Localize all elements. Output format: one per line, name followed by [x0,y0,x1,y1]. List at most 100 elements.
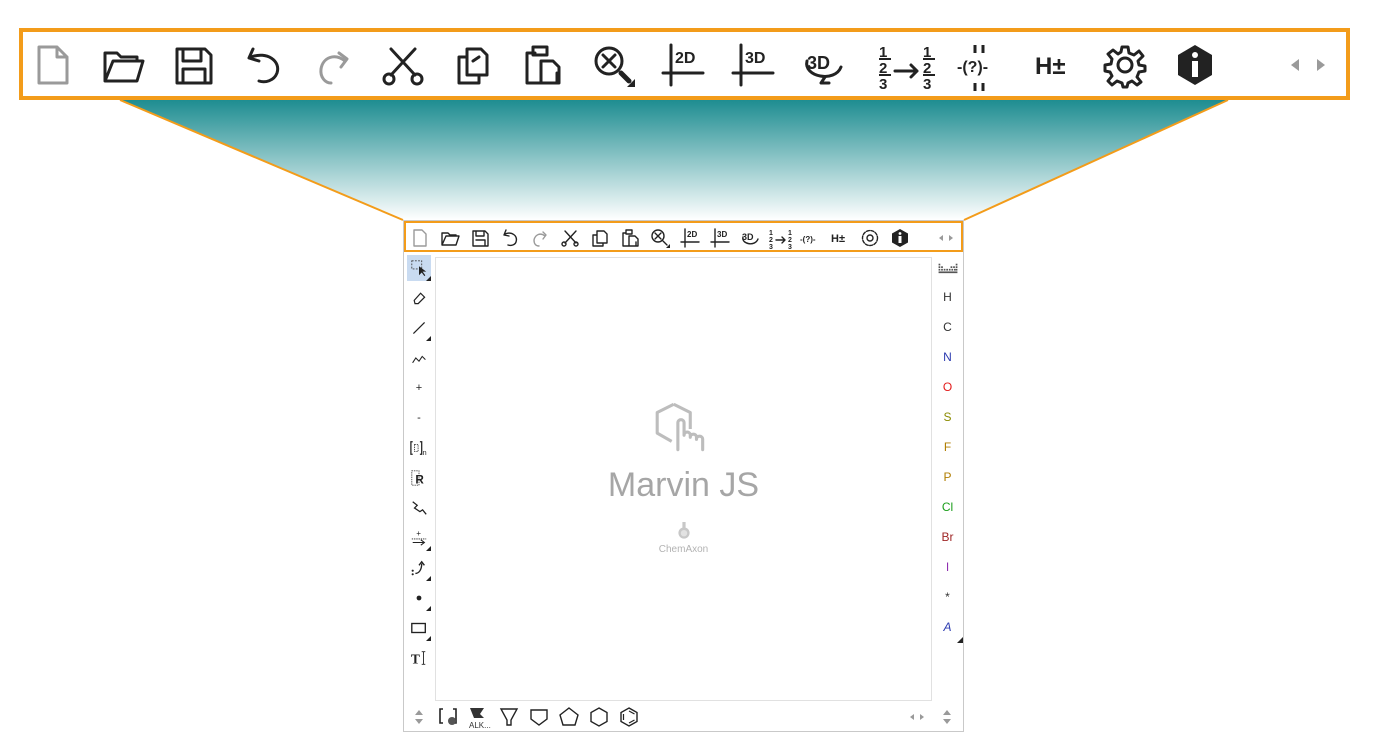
cyclohexane-template-icon[interactable] [588,706,610,728]
svg-text:-(?)-: -(?)- [957,59,988,76]
svg-text:3D: 3D [717,230,727,239]
hydrogens-toggle-icon[interactable]: H± [830,228,852,248]
element-br[interactable]: Br [932,525,963,549]
drawing-canvas[interactable]: Marvin JS ChemAxon [435,257,932,701]
toolbar-scroll-arrows[interactable] [1285,43,1335,87]
svg-text:H±: H± [1035,53,1066,80]
zoom-icon[interactable] [650,228,670,248]
magnified-toolbar: 2D 3D 3D 1 2 3 1 2 3 -(?)- H± [19,28,1350,100]
info-icon[interactable] [890,228,910,248]
paste-icon[interactable] [620,228,640,248]
clean-3d-icon[interactable]: 3D [710,228,730,248]
info-icon[interactable] [1173,43,1217,87]
redo-icon[interactable] [311,43,355,87]
element-any[interactable]: * [932,585,963,609]
cyclopropane-template-icon[interactable] [498,706,520,728]
marvin-js-title: Marvin JS [607,466,760,504]
svg-text:3: 3 [788,244,792,251]
open-folder-icon[interactable] [101,43,145,87]
element-p[interactable]: P [932,465,963,489]
save-icon[interactable] [171,43,215,87]
svg-text:+: + [416,529,421,538]
element-a[interactable]: A [932,615,963,639]
svg-text:2D: 2D [687,230,697,239]
rectangle-tool[interactable] [407,615,431,641]
toolbar-scroll-arrows[interactable] [936,228,956,248]
rotate-3d-icon[interactable]: 3D [740,228,760,248]
alkane-template-icon[interactable]: ALK... [466,706,491,730]
undo-icon[interactable] [241,43,285,87]
chemaxon-label: ChemAxon [658,544,709,555]
reaction-arrow-tool[interactable] [407,495,431,521]
element-n[interactable]: N [932,345,963,369]
template-scroll-updown-icon[interactable] [408,706,430,728]
template-scroll-leftright-icon[interactable] [906,706,928,728]
increase-charge-tool[interactable]: + [407,375,431,401]
text-tool[interactable]: T [407,645,431,671]
element-cl[interactable]: Cl [932,495,963,519]
svg-text:2: 2 [769,237,773,244]
open-folder-icon[interactable] [440,228,460,248]
settings-gear-icon[interactable] [1103,43,1147,89]
svg-text:3: 3 [769,244,773,251]
template-scroll-vertical-icon[interactable] [936,706,958,728]
svg-text:R: R [415,473,424,486]
new-document-icon[interactable] [410,228,430,248]
template-toolbar: ALK... [404,703,963,731]
chain-tool[interactable] [407,345,431,371]
query-bond-icon[interactable]: -(?)- [953,43,1013,91]
clean-2d-icon[interactable]: 2D [661,43,705,87]
periodic-table-icon[interactable] [932,255,963,279]
zoom-icon[interactable] [591,43,635,87]
decrease-charge-tool[interactable]: - [407,405,431,431]
atom-numbering-icon[interactable]: 123123 [767,228,797,251]
atom-numbering-icon[interactable]: 1 2 3 1 2 3 [871,43,955,93]
svg-text:-(?)-: -(?)- [800,235,816,244]
svg-text:T: T [411,651,420,666]
svg-text:2: 2 [788,237,792,244]
element-h[interactable]: H [932,285,963,309]
clean-3d-icon[interactable]: 3D [731,43,775,87]
charge-arrow-tool[interactable]: + [407,525,431,551]
hydrogens-toggle-icon[interactable]: H± [1033,43,1081,87]
element-f[interactable]: F [932,435,963,459]
cyclopentane-template-icon[interactable] [558,706,580,728]
svg-text:2D: 2D [675,50,695,67]
copy-icon[interactable] [590,228,610,248]
rgroup-tool[interactable]: R [407,465,431,491]
element-s[interactable]: S [932,405,963,429]
query-bond-icon[interactable]: -(?)- [800,228,824,248]
cyclobutane-template-icon[interactable] [528,706,550,728]
select-tool[interactable] [407,255,431,281]
element-more-corner [957,637,963,643]
redo-icon[interactable] [530,228,550,248]
bracket-template-icon[interactable] [438,706,460,728]
paste-icon[interactable] [521,43,565,87]
element-c[interactable]: C [932,315,963,339]
chemaxon-flask-icon [678,522,690,539]
bracket-tool[interactable]: n [407,435,431,461]
minus-label: - [417,412,421,424]
clean-2d-icon[interactable]: 2D [680,228,700,248]
settings-gear-icon[interactable] [860,228,880,248]
radical-tool[interactable] [407,585,431,611]
cut-icon[interactable] [560,228,580,248]
save-icon[interactable] [470,228,490,248]
electron-flow-tool[interactable] [407,555,431,581]
cut-icon[interactable] [381,43,425,87]
left-toolbar: + - n R + T [404,255,435,685]
svg-text:3: 3 [879,76,887,93]
benzene-template-icon[interactable] [618,706,640,728]
element-o[interactable]: O [932,375,963,399]
element-i[interactable]: I [932,555,963,579]
marvin-editor: 2D 3D 3D 123123 -(?)- H± + - n R + T Mar… [403,220,964,732]
erase-tool[interactable] [407,285,431,311]
bond-tool[interactable] [407,315,431,341]
rotate-3d-icon[interactable]: 3D [801,43,845,87]
svg-text:ALK...: ALK... [469,721,491,730]
new-document-icon[interactable] [31,43,75,87]
undo-icon[interactable] [500,228,520,248]
svg-text:3D: 3D [745,50,765,67]
copy-icon[interactable] [451,43,495,87]
top-toolbar: 2D 3D 3D 123123 -(?)- H± [404,221,963,252]
